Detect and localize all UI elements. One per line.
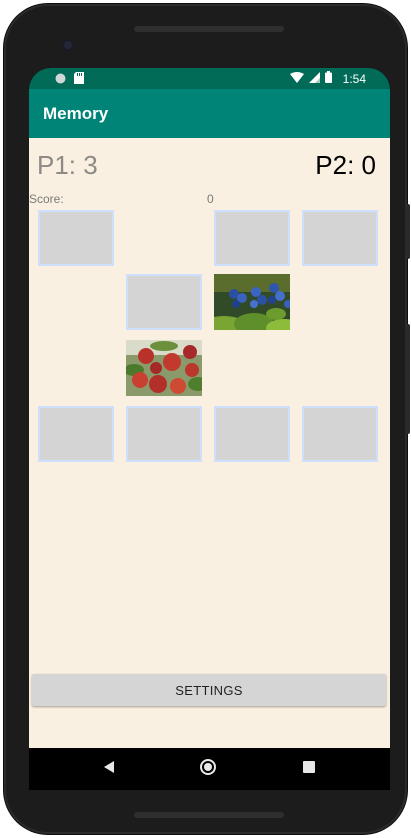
score-value: 0: [207, 192, 214, 206]
app-title: Memory: [43, 104, 109, 123]
app-bar: Memory: [29, 89, 390, 138]
navigation-bar: [29, 748, 390, 790]
settings-button[interactable]: SETTINGS: [32, 674, 386, 706]
card-hidden[interactable]: [302, 210, 378, 266]
player2-score: P2: 0: [315, 150, 376, 180]
home-icon[interactable]: [200, 759, 216, 780]
score-label: Score:: [29, 192, 64, 206]
front-camera: [62, 39, 74, 51]
earpiece-speaker: [134, 26, 284, 32]
circle-icon: [55, 73, 66, 87]
card-hidden[interactable]: [214, 406, 290, 462]
apples-image: [126, 340, 202, 396]
bottom-speaker: [134, 812, 284, 818]
blueberries-image: [214, 274, 290, 330]
card-hidden[interactable]: [126, 274, 202, 330]
volume-button: [406, 324, 410, 434]
card-blueberries[interactable]: [214, 274, 290, 330]
status-time: 1:54: [342, 71, 366, 86]
signal-icon: [308, 71, 320, 86]
sd-card-icon: [74, 72, 84, 87]
battery-icon: [324, 71, 332, 86]
recents-icon[interactable]: [303, 760, 315, 778]
back-icon[interactable]: [103, 760, 115, 779]
card-hidden[interactable]: [302, 406, 378, 462]
power-button: [406, 204, 410, 259]
wifi-icon: [289, 71, 304, 86]
status-bar: 1:54: [29, 68, 390, 89]
card-apples[interactable]: [126, 340, 202, 396]
screen: 1:54 Memory P1: 3 P2: 0 Score: 0 SETTING…: [29, 68, 390, 790]
phone-frame: 1:54 Memory P1: 3 P2: 0 Score: 0 SETTING…: [4, 4, 410, 834]
card-hidden[interactable]: [38, 210, 114, 266]
card-hidden[interactable]: [214, 210, 290, 266]
game-screen: P1: 3 P2: 0 Score: 0 SETTINGS: [29, 138, 390, 748]
card-hidden[interactable]: [126, 406, 202, 462]
player1-score: P1: 3: [37, 150, 98, 180]
card-hidden[interactable]: [38, 406, 114, 462]
